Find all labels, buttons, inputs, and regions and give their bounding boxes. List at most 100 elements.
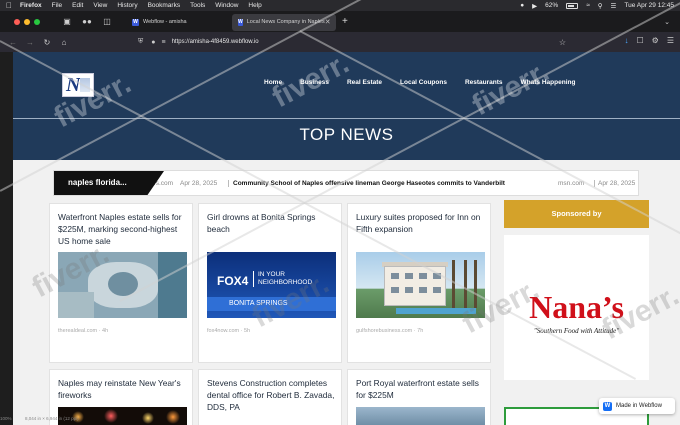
nav-business[interactable]: Business: [300, 79, 329, 86]
toolbar-right: ↓ ☐ ⚙ ☰: [624, 36, 674, 45]
sponsored-heading: Sponsored by: [504, 200, 649, 228]
close-window-button[interactable]: [14, 18, 20, 25]
bookmark-star-icon[interactable]: ☆: [559, 38, 566, 47]
made-in-webflow-badge[interactable]: W Made in Webflow: [599, 398, 675, 414]
apple-icon[interactable]: : [6, 0, 12, 11]
ticker-source: msn.com: [558, 179, 585, 187]
news-card-title[interactable]: Naples may reinstate New Year's firework…: [58, 377, 188, 401]
forward-arrow-icon[interactable]: →: [26, 38, 34, 47]
news-card[interactable]: Port Royal waterfront estate sells for $…: [347, 369, 491, 425]
downloads-icon[interactable]: ↓: [624, 36, 628, 45]
clock[interactable]: Tue Apr 29 12:45: [624, 2, 674, 9]
menu-file[interactable]: File: [52, 2, 62, 9]
news-card-age: 7h: [417, 328, 424, 334]
home-icon[interactable]: ⌂: [60, 38, 68, 47]
play-icon[interactable]: ▶: [532, 2, 537, 10]
sponsor-logo: Nana’s: [529, 289, 624, 325]
record-icon[interactable]: ●: [520, 2, 524, 9]
news-card-title[interactable]: Stevens Construction completes dental of…: [207, 377, 337, 413]
webflow-favicon-icon: W: [238, 18, 243, 26]
nav-restaurants[interactable]: Restaurants: [465, 79, 503, 86]
menu-view[interactable]: View: [93, 2, 107, 9]
news-card-image[interactable]: FOX4 IN YOUR NEIGHBORHOOD BONITA SPRINGS: [207, 252, 336, 318]
logo-letter: N: [66, 74, 81, 96]
tab-local-news[interactable]: W Local News Company in Naples ✕: [232, 13, 336, 31]
news-card-image[interactable]: [356, 252, 485, 318]
sponsor-tagline: "Southern Food with Attitude": [533, 327, 620, 335]
news-card-age: 5h: [244, 328, 251, 334]
ticker-headline[interactable]: Community School of Naples offensive lin…: [228, 179, 505, 187]
webpage: N Home Business Real Estate Local Coupon…: [13, 52, 680, 425]
image-size: 8,044 in × 6,944 in (12 ppi): [25, 416, 79, 421]
news-card-title[interactable]: Port Royal waterfront estate sells for $…: [356, 377, 486, 401]
tab-webflow[interactable]: W Webflow - amisha: [126, 14, 230, 31]
fox4-tagline: IN YOUR NEIGHBORHOOD: [253, 271, 312, 287]
collections-icon[interactable]: ◫: [102, 17, 112, 27]
menubar-status: ● ▶ 62% ≈ ⚲ ☰ Tue Apr 29 12:45: [520, 2, 674, 10]
news-card-meta: fox4now.com · 5h: [207, 328, 251, 334]
account-icon[interactable]: ☐: [636, 36, 643, 45]
menu-bookmarks[interactable]: Bookmarks: [148, 2, 181, 9]
lock-icon[interactable]: ●: [151, 39, 155, 46]
news-card-image[interactable]: [356, 407, 485, 425]
control-center-icon[interactable]: ☰: [611, 2, 617, 10]
extensions-icon[interactable]: ⚙: [652, 36, 659, 45]
news-card[interactable]: Luxury suites proposed for Inn on Fifth …: [347, 203, 491, 363]
news-card-age: 4h: [102, 328, 109, 334]
wifi-icon[interactable]: ≈: [586, 2, 590, 9]
menu-icon[interactable]: ☰: [667, 36, 674, 45]
menu-edit[interactable]: Edit: [72, 2, 83, 9]
nav-home[interactable]: Home: [264, 79, 282, 86]
news-card[interactable]: Girl drowns at Bonita Springs beach FOX4…: [198, 203, 342, 363]
news-card-image[interactable]: [58, 252, 187, 318]
badge-label: Made in Webflow: [616, 403, 662, 409]
search-icon[interactable]: ⚲: [598, 2, 603, 10]
nav-whats-happening[interactable]: Whats Happening: [521, 79, 576, 86]
site-logo[interactable]: N: [62, 73, 94, 97]
permissions-icon[interactable]: ≡: [161, 39, 165, 46]
news-card-source: therealdeal.com: [58, 328, 98, 334]
news-card-title[interactable]: Luxury suites proposed for Inn on Fifth …: [356, 211, 486, 235]
address-bar[interactable]: ⛨ ● ≡ https://amisha-4f8459.webflow.io ☆: [138, 35, 578, 49]
private-mask-icon[interactable]: ●●: [82, 17, 92, 27]
macos-menubar:  Firefox File Edit View History Bookmar…: [0, 0, 680, 11]
fox4-logo: FOX4: [217, 274, 249, 288]
list-tabs-chevron-icon[interactable]: ⌄: [664, 18, 670, 26]
news-card-meta: therealdeal.com · 4h: [58, 328, 109, 334]
back-arrow-icon[interactable]: ←: [9, 38, 17, 47]
menu-history[interactable]: History: [117, 2, 137, 9]
fox4-location-bar: BONITA SPRINGS: [207, 297, 336, 311]
news-card[interactable]: Stevens Construction completes dental of…: [198, 369, 342, 425]
zoom-window-button[interactable]: [34, 18, 40, 25]
page-title: TOP NEWS: [299, 125, 394, 144]
menu-help[interactable]: Help: [248, 2, 261, 9]
url-text[interactable]: https://amisha-4f8459.webflow.io: [172, 39, 259, 45]
battery-percent: 62%: [545, 2, 559, 9]
news-card-source: gulfshorebusiness.com: [356, 328, 413, 334]
news-card[interactable]: Waterfront Naples estate sells for $225M…: [49, 203, 193, 363]
zoom-level: 100%: [0, 416, 12, 421]
menu-tools[interactable]: Tools: [190, 2, 205, 9]
ticker-date: Apr 28, 2025: [594, 179, 635, 187]
shield-icon[interactable]: ⛨: [138, 38, 143, 46]
header-divider: [13, 118, 680, 119]
reload-icon[interactable]: ↻: [43, 38, 51, 47]
site-nav: Home Business Real Estate Local Coupons …: [264, 79, 593, 86]
sponsor-ad[interactable]: Nana’s "Southern Food with Attitude": [504, 235, 649, 380]
minimize-window-button[interactable]: [24, 18, 30, 25]
webflow-favicon-icon: W: [132, 18, 139, 26]
news-card-source: fox4now.com: [207, 328, 240, 334]
close-tab-icon[interactable]: ✕: [325, 18, 331, 26]
menu-window[interactable]: Window: [215, 2, 238, 9]
new-tab-button[interactable]: +: [342, 16, 348, 27]
battery-icon[interactable]: [566, 2, 579, 9]
news-card-title[interactable]: Girl drowns at Bonita Springs beach: [207, 211, 337, 235]
tab-title: Local News Company in Naples: [246, 19, 325, 25]
menu-app-firefox[interactable]: Firefox: [20, 2, 42, 9]
nav-local-coupons[interactable]: Local Coupons: [400, 79, 447, 86]
nav-real-estate[interactable]: Real Estate: [347, 79, 382, 86]
container-icon[interactable]: ▣: [62, 17, 72, 27]
news-card-title[interactable]: Waterfront Naples estate sells for $225M…: [58, 211, 188, 247]
webflow-logo-icon: W: [603, 401, 612, 411]
window-controls: [14, 18, 40, 25]
